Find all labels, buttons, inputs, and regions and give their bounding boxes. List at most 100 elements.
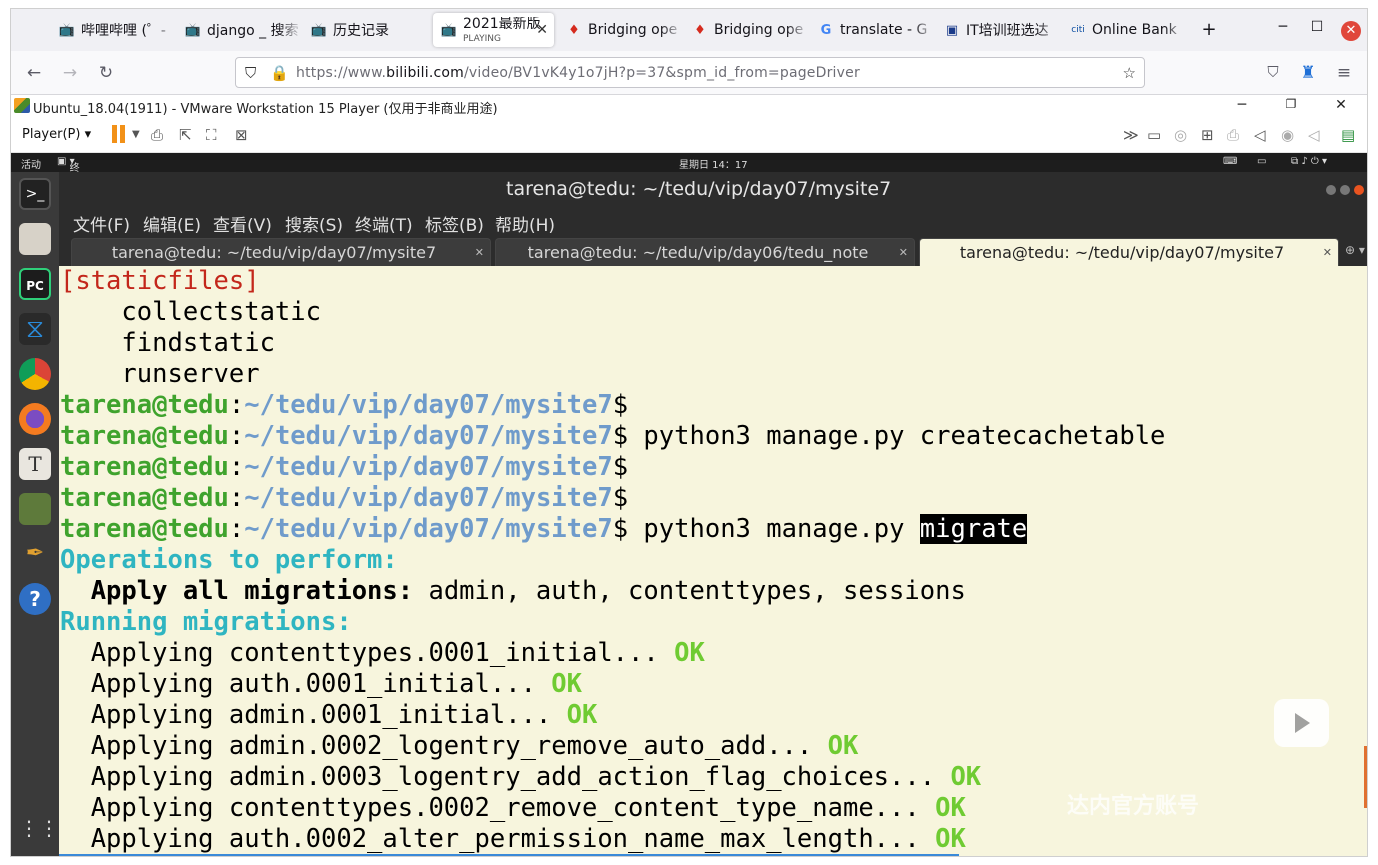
- vmware-logo-icon: [14, 98, 30, 113]
- network-icon[interactable]: ⊞: [1201, 126, 1214, 144]
- show-apps-icon[interactable]: ⋮⋮⋮: [19, 812, 79, 844]
- vm-restore-icon[interactable]: ❐: [1280, 97, 1302, 111]
- notes-icon[interactable]: ▤: [1341, 126, 1355, 144]
- activities-button[interactable]: 活动: [21, 156, 41, 171]
- maximize-icon[interactable]: ☐: [1307, 19, 1327, 35]
- term-close-icon[interactable]: [1354, 185, 1364, 195]
- tab-it-training[interactable]: ▣ IT培训班选达: [944, 13, 1062, 47]
- url-text[interactable]: https://www.bilibili.com/video/BV1vK4y1o…: [296, 65, 860, 81]
- close-tab-icon[interactable]: ✕: [1323, 246, 1332, 259]
- terminal-tab-3[interactable]: tarena@tedu: ~/tedu/vip/day07/mysite7 ✕: [919, 238, 1339, 266]
- text-editor-icon[interactable]: T: [19, 448, 51, 480]
- tab-translate[interactable]: Gtranslate - G: [818, 13, 936, 47]
- tab-strip: 📺 哔哩哔哩 (゜- 📺 django _ 搜索 📺 历史记录 📺 2021最新版 PLA…: [11, 9, 1367, 51]
- menu-file[interactable]: 文件(F): [73, 211, 130, 236]
- menu-tabs[interactable]: 标签(B): [425, 211, 484, 236]
- menu-help[interactable]: 帮助(H): [495, 211, 555, 236]
- vmware-window: Ubuntu_18.04(1911) - VMware Workstation …: [11, 95, 1367, 856]
- removable-devices-icon[interactable]: ⇱: [179, 126, 192, 144]
- close-tab-icon[interactable]: ✕: [536, 22, 548, 38]
- maple-leaf-icon: ♦: [694, 22, 706, 38]
- output-line: Operations to perform:: [60, 545, 398, 575]
- address-bar[interactable]: ⛉ 🔒 https://www.bilibili.com/video/BV1vK…: [235, 57, 1145, 88]
- network-status-icon[interactable]: ⧉ ♪ ⏻ ▾: [1291, 156, 1327, 167]
- menu-search[interactable]: 搜索(S): [285, 211, 343, 236]
- bookmark-star-icon[interactable]: ☆: [1123, 64, 1136, 82]
- close-tab-icon[interactable]: ✕: [475, 246, 484, 259]
- send-keys-icon[interactable]: ⎙: [151, 126, 163, 144]
- tab-menu-icon[interactable]: ⊕ ▾: [1345, 243, 1365, 257]
- terminal-icon[interactable]: >_: [19, 178, 51, 210]
- sound-icon[interactable]: ◁: [1254, 126, 1266, 144]
- tab-bilibili-home[interactable]: 📺 哔哩哔哩 (゜-: [59, 13, 177, 47]
- term-maximize-icon[interactable]: [1340, 185, 1350, 195]
- vscode-icon[interactable]: ⧖: [19, 313, 51, 345]
- tab-online-bank[interactable]: citi Online Bank: [1070, 13, 1188, 47]
- play-button[interactable]: [1274, 699, 1329, 747]
- video-progress-bar[interactable]: [59, 854, 959, 856]
- hdd-icon[interactable]: ▭: [1147, 126, 1161, 144]
- migration-line: Applying admin.0002_logentry_remove_auto…: [60, 731, 859, 761]
- camera-icon[interactable]: ◉: [1281, 126, 1294, 144]
- pycharm-icon[interactable]: PC: [19, 268, 51, 300]
- terminal-tab-2[interactable]: tarena@tedu: ~/tedu/vip/day06/tedu_note ✕: [495, 238, 915, 266]
- bilibili-icon: 📺: [185, 22, 202, 38]
- clock[interactable]: 星期日 14：17: [679, 156, 748, 171]
- terminal-tab-1[interactable]: tarena@tedu: ~/tedu/vip/day07/mysite7 ✕: [71, 238, 491, 266]
- prompt-line: tarena@tedu:~/tedu/vip/day07/mysite7$ py…: [60, 421, 1166, 451]
- forward-icon[interactable]: →: [59, 63, 81, 83]
- tab-bridging-1[interactable]: ♦ Bridging ope: [566, 13, 684, 47]
- reload-icon[interactable]: ↻: [95, 63, 117, 83]
- unity-icon[interactable]: ⊠: [235, 126, 248, 144]
- tab-history[interactable]: 📺 历史记录: [311, 13, 429, 47]
- close-window-icon[interactable]: ✕: [1341, 21, 1361, 41]
- migration-line: Applying contenttypes.0001_initial... OK: [60, 638, 705, 668]
- tab-playing-video[interactable]: 📺 2021最新版 PLAYING ✕: [433, 13, 554, 47]
- printer-icon[interactable]: ⎙: [1227, 126, 1239, 144]
- play-icon: [1295, 713, 1310, 733]
- files-icon[interactable]: [19, 223, 51, 255]
- player-menu[interactable]: Player(P) ▾: [22, 127, 91, 142]
- chrome-icon[interactable]: [19, 358, 51, 390]
- menu-view[interactable]: 查看(V): [213, 211, 272, 236]
- shield-icon[interactable]: ⛉: [245, 64, 256, 82]
- dictionary-icon[interactable]: [19, 493, 51, 525]
- vm-close-icon[interactable]: ✕: [1330, 97, 1352, 113]
- menu-icon[interactable]: ≡: [1333, 63, 1355, 83]
- terminal-output[interactable]: [staticfiles] collectstatic findstatic r…: [59, 266, 1367, 856]
- keyboard-icon[interactable]: ⌨: [1223, 156, 1237, 167]
- bilibili-icon: 📺: [440, 22, 458, 38]
- fullscreen-icon[interactable]: ⛶: [206, 126, 217, 144]
- tab-django-search[interactable]: 📺 django _ 搜索: [185, 13, 303, 47]
- terminal-app-menu[interactable]: ▣ 终端 ▾: [57, 156, 80, 189]
- dropdown-icon[interactable]: ▼: [132, 129, 140, 140]
- terminal-window: tarena@tedu: ~/tedu/vip/day07/mysite7 文件…: [59, 172, 1367, 856]
- prompt-line: tarena@tedu:~/tedu/vip/day07/mysite7$: [60, 452, 629, 482]
- input-method-icon[interactable]: ▭: [1257, 156, 1266, 167]
- more-icon[interactable]: ≫: [1123, 126, 1139, 144]
- quill-icon[interactable]: ✒: [19, 538, 51, 570]
- menu-edit[interactable]: 编辑(E): [143, 211, 201, 236]
- help-icon[interactable]: ?: [19, 583, 51, 615]
- term-minimize-icon[interactable]: [1326, 185, 1336, 195]
- minimize-icon[interactable]: ─: [1273, 19, 1293, 35]
- pause-icon[interactable]: [112, 125, 126, 143]
- menu-terminal[interactable]: 终端(T): [355, 211, 413, 236]
- output-line: runserver: [60, 359, 260, 389]
- close-tab-icon[interactable]: ✕: [899, 246, 908, 259]
- cd-icon[interactable]: ◎: [1174, 126, 1187, 144]
- migration-line: Applying admin.0001_initial... OK: [60, 700, 598, 730]
- extension-icon[interactable]: ♜: [1297, 63, 1319, 83]
- selected-text[interactable]: migrate: [919, 514, 1028, 544]
- lock-icon[interactable]: 🔒: [270, 64, 289, 82]
- scrollbar[interactable]: [1364, 746, 1367, 808]
- back-icon[interactable]: ←: [23, 63, 45, 83]
- new-tab-button[interactable]: +: [1199, 19, 1219, 40]
- pocket-icon[interactable]: ⛉: [1262, 63, 1284, 81]
- vm-minimize-icon[interactable]: ─: [1231, 97, 1253, 113]
- output-line: Apply all migrations: admin, auth, conte…: [60, 576, 966, 606]
- audio-icon[interactable]: ◁: [1308, 126, 1320, 144]
- migration-line: Applying contenttypes.0002_remove_conten…: [60, 793, 966, 823]
- tab-bridging-2[interactable]: ♦ Bridging ope: [692, 13, 810, 47]
- firefox-icon[interactable]: [19, 403, 51, 435]
